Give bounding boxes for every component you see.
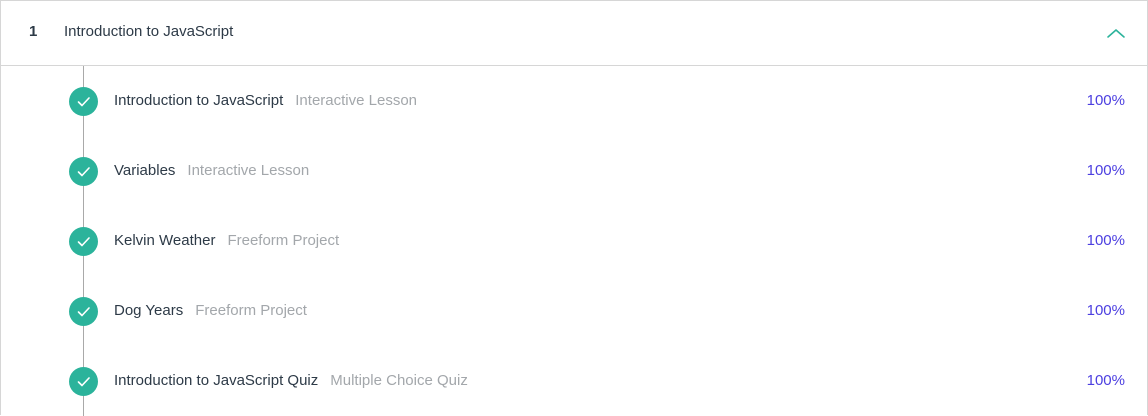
module-header[interactable]: 1 Introduction to JavaScript — [1, 1, 1147, 66]
module-title: Introduction to JavaScript — [64, 23, 234, 40]
check-circle-icon — [69, 87, 98, 116]
lesson-progress: 100% — [1086, 372, 1125, 389]
lesson-name[interactable]: Introduction to JavaScript Quiz — [114, 372, 318, 389]
lesson-name[interactable]: Dog Years — [114, 302, 183, 319]
check-circle-icon — [69, 157, 98, 186]
lesson-type: Multiple Choice Quiz — [330, 372, 468, 389]
lesson-row[interactable]: Introduction to JavaScript Interactive Le… — [1, 66, 1147, 136]
lesson-row[interactable]: Variables Interactive Lesson 100% — [1, 136, 1147, 206]
lesson-row[interactable]: Dog Years Freeform Project 100% — [1, 276, 1147, 346]
lesson-progress: 100% — [1086, 162, 1125, 179]
lesson-progress: 100% — [1086, 232, 1125, 249]
chevron-up-icon[interactable] — [1105, 22, 1127, 44]
module-panel: 1 Introduction to JavaScript Introductio… — [0, 0, 1148, 416]
lesson-name[interactable]: Kelvin Weather — [114, 232, 215, 249]
lesson-progress: 100% — [1086, 302, 1125, 319]
lesson-type: Freeform Project — [227, 232, 340, 249]
lesson-type: Interactive Lesson — [295, 92, 418, 109]
lesson-name[interactable]: Introduction to JavaScript — [114, 92, 283, 109]
lesson-type: Freeform Project — [195, 302, 307, 319]
lesson-row[interactable]: Introduction to JavaScript Quiz Multiple … — [1, 346, 1147, 416]
module-number: 1 — [29, 23, 38, 40]
lesson-row[interactable]: Kelvin Weather Freeform Project 100% — [1, 206, 1147, 276]
check-circle-icon — [69, 227, 98, 256]
lesson-progress: 100% — [1086, 92, 1125, 109]
check-circle-icon — [69, 297, 98, 326]
lesson-type: Interactive Lesson — [187, 162, 310, 179]
check-circle-icon — [69, 367, 98, 396]
lesson-name[interactable]: Variables — [114, 162, 175, 179]
